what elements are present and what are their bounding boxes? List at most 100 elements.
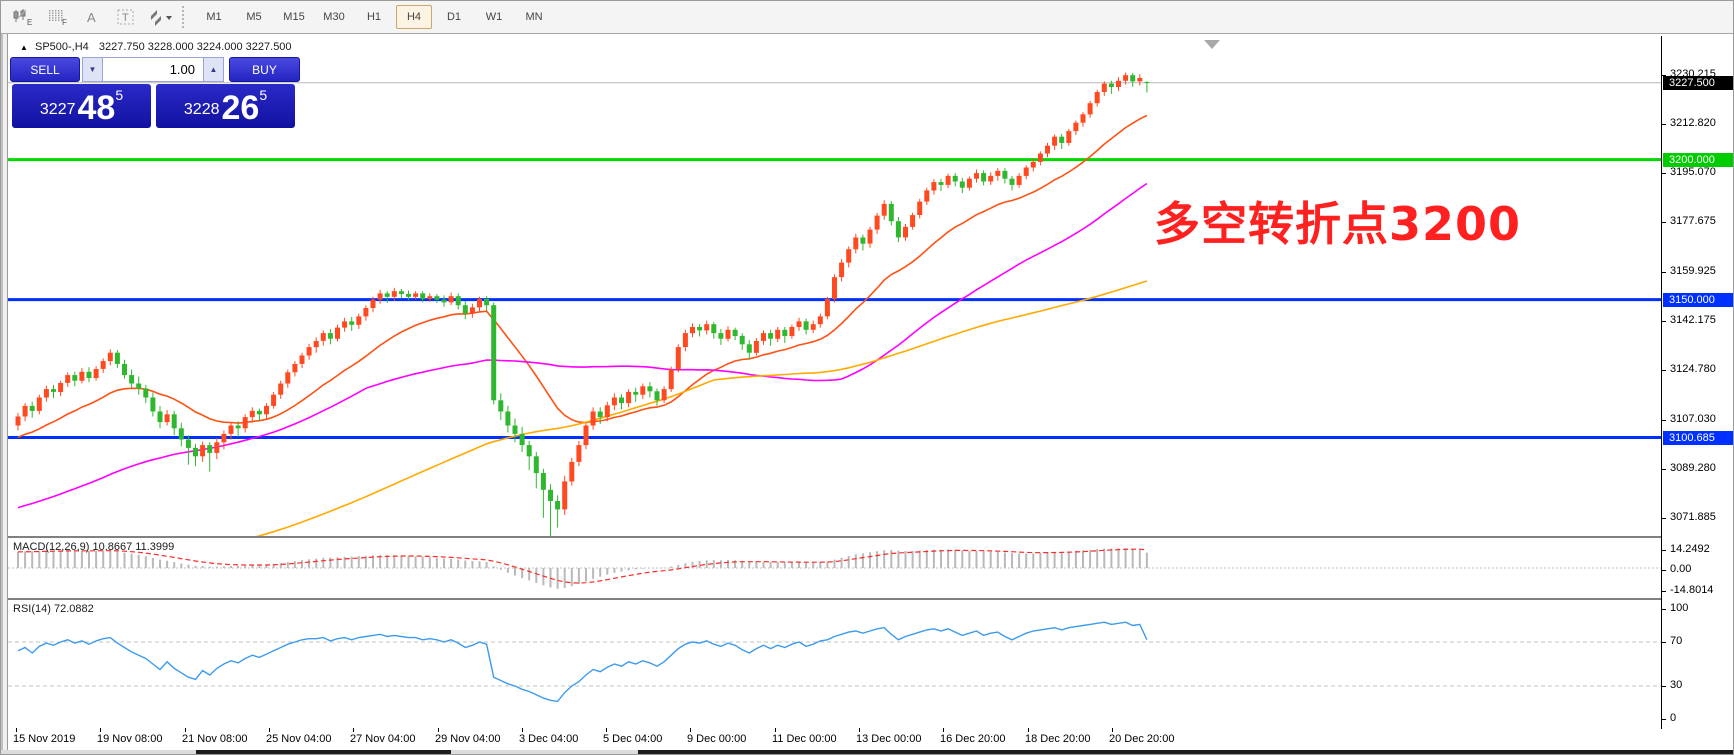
- price-label: 3159.925: [1670, 265, 1716, 277]
- price-badge-3100.685: 3100.685: [1663, 431, 1733, 445]
- price-tick: [1662, 469, 1666, 470]
- price-chart-panel[interactable]: ▲ SP500-,H4 3227.750 3228.000 3224.000 3…: [8, 36, 1661, 538]
- rsi-chart: [8, 600, 1661, 727]
- timeframe-button-MN[interactable]: MN: [516, 5, 552, 29]
- time-label: 16 Dec 20:00: [940, 733, 1005, 745]
- price-scale[interactable]: 3230.2153212.8203195.0703177.6753159.925…: [1661, 36, 1734, 538]
- timeframe-button-D1[interactable]: D1: [436, 5, 472, 29]
- toolbar: E F A T M1M5M15M30H1H4D1W1MN: [1, 1, 1734, 34]
- time-tick: [16, 728, 17, 732]
- timeframe-button-H4[interactable]: H4: [396, 5, 432, 29]
- volume-stepper: ▼ ▲: [82, 57, 224, 82]
- time-tick: [606, 728, 607, 732]
- time-tick: [522, 728, 523, 732]
- price-tick: [1662, 222, 1666, 223]
- buy-price-small: 3228: [184, 95, 220, 125]
- price-tick: [1662, 321, 1666, 322]
- buy-price-quote[interactable]: 3228 26 5: [156, 84, 295, 128]
- price-badge-3200.000: 3200.000: [1663, 153, 1733, 167]
- buy-button[interactable]: BUY: [229, 57, 300, 82]
- time-label: 19 Nov 08:00: [97, 733, 162, 745]
- time-label: 11 Dec 00:00: [772, 733, 837, 745]
- volume-input[interactable]: [103, 57, 203, 82]
- price-label: 3071.885: [1670, 511, 1716, 523]
- timeframe-button-M5[interactable]: M5: [236, 5, 272, 29]
- symbol-period-label: SP500-,H4: [35, 41, 89, 53]
- svg-text:F: F: [62, 18, 67, 26]
- price-label: 3177.675: [1670, 215, 1716, 227]
- macd-chart: [8, 538, 1661, 596]
- macd-label: 0.00: [1670, 563, 1691, 575]
- indicators-candles-icon[interactable]: E: [8, 4, 40, 30]
- toolbar-separator: [182, 6, 189, 28]
- time-label: 18 Dec 20:00: [1025, 733, 1090, 745]
- svg-text:T: T: [122, 12, 129, 24]
- time-label: 29 Nov 04:00: [435, 733, 500, 745]
- macd-panel[interactable]: MACD(12,26,9) 10.8667 11.3999: [8, 538, 1661, 600]
- svg-text:A: A: [87, 10, 96, 25]
- macd-label: 14.2492: [1670, 543, 1710, 555]
- volume-up-button[interactable]: ▲: [203, 57, 224, 82]
- textbox-tool-icon[interactable]: T: [110, 4, 142, 30]
- collapse-arrow-icon[interactable]: ▲: [20, 43, 28, 52]
- sell-price-big: 48: [77, 91, 115, 125]
- price-tick: [1662, 370, 1666, 371]
- sell-price-sup: 5: [115, 88, 123, 102]
- time-label: 9 Dec 00:00: [687, 733, 746, 745]
- label-tool-icon[interactable]: A: [76, 4, 108, 30]
- time-label: 21 Nov 08:00: [182, 733, 247, 745]
- time-label: 15 Nov 2019: [13, 733, 75, 745]
- bottom-tab-segment: [638, 750, 1734, 755]
- macd-tick: [1662, 570, 1666, 571]
- price-tick: [1662, 272, 1666, 273]
- time-tick: [353, 728, 354, 732]
- rsi-scale[interactable]: 10070300: [1661, 600, 1734, 729]
- price-badge-3227.500: 3227.500: [1663, 76, 1733, 90]
- sell-price-small: 3227: [40, 95, 76, 125]
- time-label: 27 Nov 04:00: [350, 733, 415, 745]
- time-tick: [269, 728, 270, 732]
- arrows-tool-icon[interactable]: [144, 4, 176, 30]
- time-tick: [1112, 728, 1113, 732]
- macd-scale[interactable]: 14.2492 0.00 -14.8014: [1661, 538, 1734, 600]
- chart-shift-marker-icon[interactable]: [1204, 40, 1220, 49]
- time-label: 20 Dec 20:00: [1109, 733, 1174, 745]
- tool-button-group: EFAT: [7, 4, 177, 30]
- one-click-trading-widget: SELL ▼ ▲ BUY 3227 48 5 3228: [10, 57, 300, 128]
- timeframe-button-group: M1M5M15M30H1H4D1W1MN: [194, 5, 554, 29]
- rsi-panel[interactable]: RSI(14) 72.0882: [8, 600, 1661, 729]
- chart-symbol-header: ▲ SP500-,H4 3227.750 3228.000 3224.000 3…: [20, 41, 292, 53]
- rsi-label: 30: [1670, 679, 1682, 691]
- timeframe-button-M15[interactable]: M15: [276, 5, 312, 29]
- timeframe-button-M30[interactable]: M30: [316, 5, 352, 29]
- time-tick: [690, 728, 691, 732]
- rsi-tick: [1662, 686, 1666, 687]
- rsi-label: 70: [1670, 635, 1682, 647]
- price-label: 3124.780: [1670, 363, 1716, 375]
- grid-icon[interactable]: F: [42, 4, 74, 30]
- volume-down-button[interactable]: ▼: [82, 57, 103, 82]
- rsi-label: 0: [1670, 712, 1676, 724]
- time-label: 25 Nov 04:00: [266, 733, 331, 745]
- timeframe-button-W1[interactable]: W1: [476, 5, 512, 29]
- price-tick: [1662, 124, 1666, 125]
- price-label: 3212.820: [1670, 117, 1716, 129]
- time-tick: [185, 728, 186, 732]
- time-label: 13 Dec 00:00: [856, 733, 921, 745]
- time-scale[interactable]: 15 Nov 2019 19 Nov 08:00 21 Nov 08:00 25 No…: [8, 728, 1661, 750]
- macd-tick: [1662, 550, 1666, 551]
- sell-price-quote[interactable]: 3227 48 5: [12, 84, 151, 128]
- time-tick: [438, 728, 439, 732]
- ohlc-values: 3227.750 3228.000 3224.000 3227.500: [99, 41, 292, 53]
- time-tick: [859, 728, 860, 732]
- time-tick: [775, 728, 776, 732]
- sell-button[interactable]: SELL: [10, 57, 80, 82]
- timeframe-button-M1[interactable]: M1: [196, 5, 232, 29]
- price-label: 3089.280: [1670, 462, 1716, 474]
- annotation-text: 多空转折点3200: [1154, 188, 1521, 254]
- time-label: 3 Dec 04:00: [519, 733, 578, 745]
- timeframe-button-H1[interactable]: H1: [356, 5, 392, 29]
- price-label: 3107.030: [1670, 413, 1716, 425]
- macd-label: -14.8014: [1670, 584, 1713, 596]
- price-badge-3150.000: 3150.000: [1663, 293, 1733, 307]
